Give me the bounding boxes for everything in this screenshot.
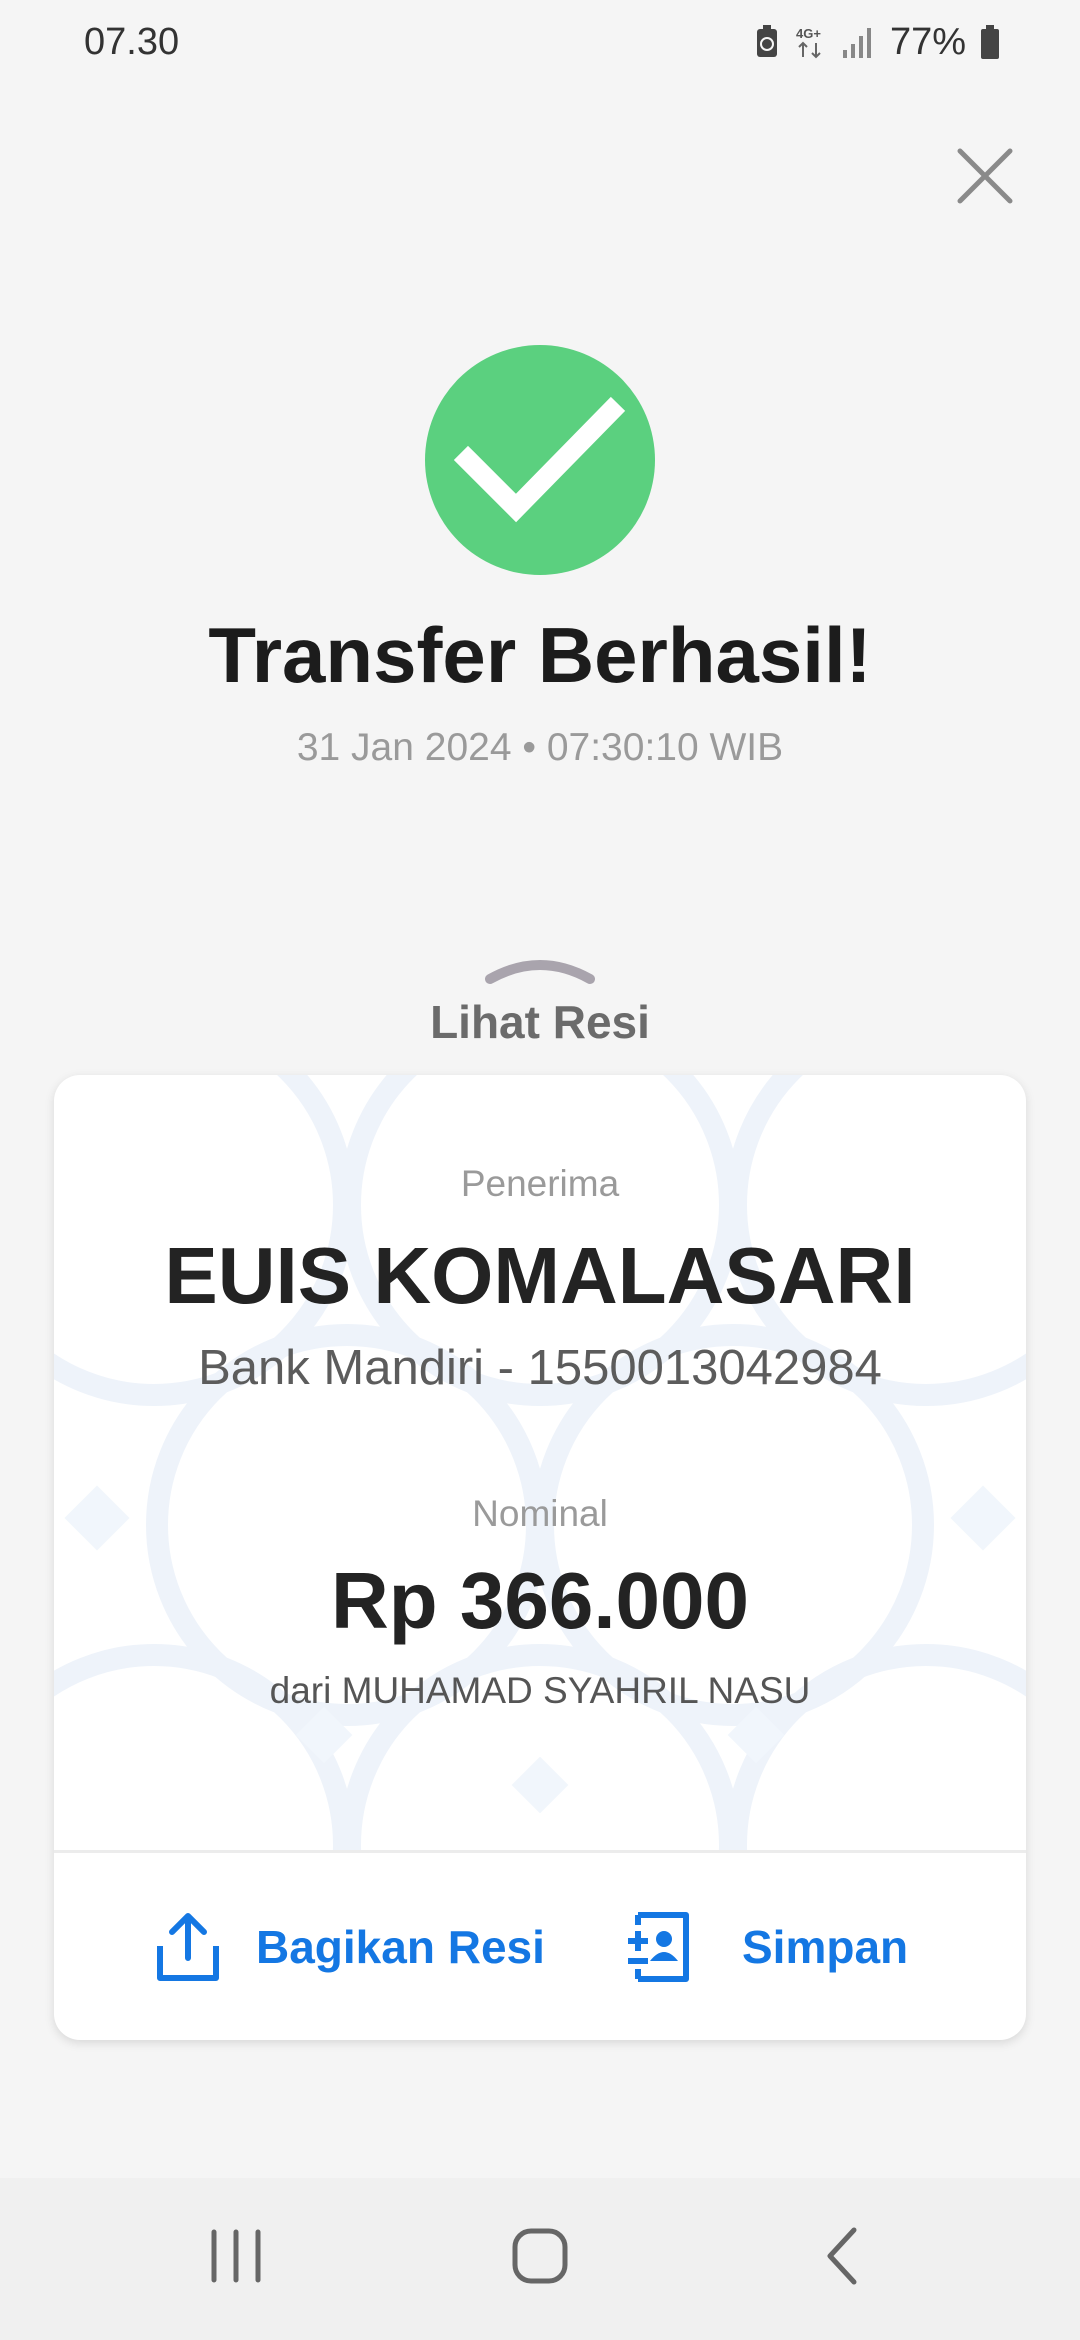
- network-4g-icon: 4G+: [794, 25, 828, 59]
- sender-name: dari MUHAMAD SYAHRIL NASU: [269, 1670, 811, 1711]
- battery-saver-icon: [754, 25, 780, 59]
- share-icon: [157, 1912, 219, 1981]
- status-time: 07.30: [84, 20, 180, 63]
- check-icon: [453, 396, 626, 523]
- receipt-details: Penerima EUIS KOMALASARI Bank Mandiri - …: [54, 1075, 1026, 1850]
- back-icon: [827, 2227, 857, 2285]
- chevron-up-icon: [485, 960, 595, 984]
- receipt-actions: Bagikan Resi Simpan: [54, 1853, 1026, 2040]
- signal-icon: [842, 26, 872, 58]
- amount-label: Nominal: [472, 1493, 608, 1534]
- battery-icon: [980, 25, 1000, 59]
- network-label: 4G+: [796, 26, 821, 41]
- recipient-bank-account: Bank Mandiri - 1550013042984: [198, 1341, 882, 1395]
- view-receipt-label: Lihat Resi: [430, 996, 650, 1048]
- save-label: Simpan: [742, 1920, 909, 1973]
- close-button[interactable]: [954, 145, 1016, 207]
- save-contact-icon: [628, 1911, 689, 1982]
- recipient-label: Penerima: [460, 1163, 620, 1204]
- battery-percent: 77%: [889, 20, 966, 63]
- status-bar: 07.30 4G+ 77%: [0, 0, 1080, 84]
- status-icons: 4G+ 77%: [754, 21, 1000, 64]
- transaction-datetime: 31 Jan 2024 • 07:30:10 WIB: [296, 726, 784, 769]
- receipt-card: Penerima EUIS KOMALASARI Bank Mandiri - …: [54, 1075, 1026, 2040]
- recent-apps-icon: [211, 2229, 261, 2283]
- home-button[interactable]: [480, 2178, 600, 2340]
- success-badge: [425, 345, 655, 575]
- close-icon: [957, 148, 1013, 204]
- system-nav-bar: [0, 2178, 1080, 2340]
- home-icon: [512, 2228, 568, 2284]
- share-receipt-label: Bagikan Resi: [256, 1920, 545, 1973]
- recipient-name: EUIS KOMALASARI: [164, 1231, 916, 1320]
- recent-apps-button[interactable]: [176, 2178, 296, 2340]
- save-button[interactable]: Simpan: [624, 1853, 908, 2040]
- share-receipt-button[interactable]: Bagikan Resi: [156, 1853, 545, 2040]
- back-button[interactable]: [784, 2178, 904, 2340]
- transfer-amount: Rp 366.000: [330, 1556, 750, 1645]
- page-title: Transfer Berhasil!: [208, 611, 872, 699]
- view-receipt-toggle[interactable]: Lihat Resi: [390, 955, 690, 1055]
